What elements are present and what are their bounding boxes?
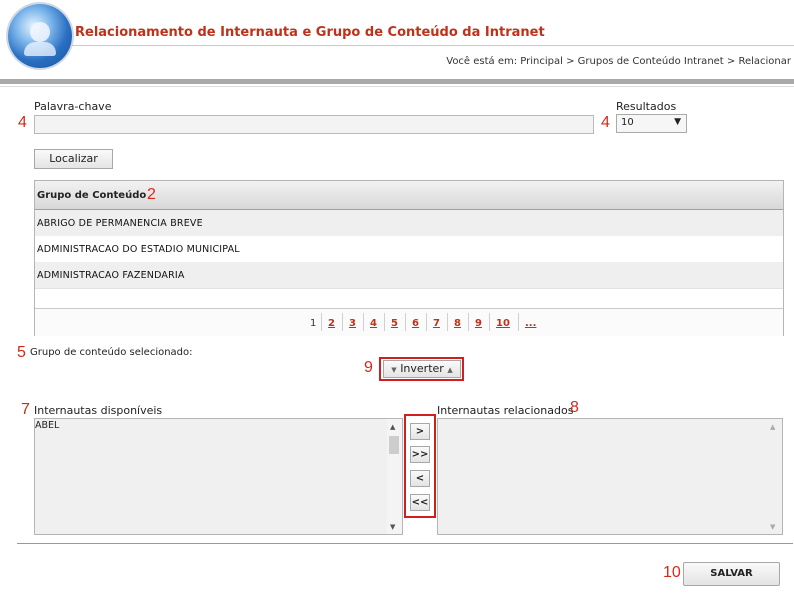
page-current: 1 — [310, 318, 317, 329]
results-select[interactable]: 10 ▼ — [616, 114, 687, 133]
annotation-selected-group: 5 — [17, 344, 26, 361]
annotation-available: 7 — [21, 401, 30, 418]
available-users-label: Internautas disponíveis — [34, 404, 163, 417]
annotation-results: 4 — [601, 114, 610, 131]
scroll-up-icon[interactable]: ▲ — [390, 423, 395, 431]
pagination: 1 2 3 4 5 6 7 8 9 10 ... — [35, 308, 783, 336]
keyword-input[interactable] — [34, 115, 594, 134]
page-link-9[interactable]: 9 — [475, 318, 482, 329]
table-row[interactable]: ADMINISTRACAO DO ESTADIO MUNICIPAL — [35, 236, 783, 263]
table-row[interactable]: ADMINISTRACAO FAZENDARIA — [35, 262, 783, 289]
page-link-3[interactable]: 3 — [349, 318, 356, 329]
page-link-10[interactable]: 10 — [496, 318, 510, 329]
annotation-grid-header: 2 — [147, 186, 156, 203]
save-button[interactable]: SALVAR — [683, 562, 780, 586]
page-link-2[interactable]: 2 — [328, 318, 335, 329]
results-label: Resultados — [616, 100, 677, 113]
page-link-5[interactable]: 5 — [391, 318, 398, 329]
footer-divider — [17, 543, 793, 544]
annotation-related: 8 — [570, 399, 579, 416]
page-link-6[interactable]: 6 — [412, 318, 419, 329]
title-divider — [72, 45, 794, 46]
column-header-content-group[interactable]: Grupo de Conteúdo — [37, 190, 146, 201]
search-button[interactable]: Localizar — [34, 149, 113, 169]
table-row[interactable]: ABRIGO DE PERMANENCIA BREVE — [35, 210, 783, 237]
header-bar — [0, 79, 794, 84]
scroll-down-icon[interactable]: ▼ — [390, 523, 395, 531]
header-divider — [0, 86, 794, 87]
breadcrumb: Você está em: Principal > Grupos de Cont… — [446, 56, 791, 67]
sort-up-icon: ▲ — [447, 366, 453, 374]
scrollbar[interactable]: ▲ ▼ — [767, 419, 782, 534]
add-selected-button[interactable]: > — [410, 423, 430, 440]
remove-all-button[interactable]: << — [410, 494, 430, 511]
page-link-8[interactable]: 8 — [454, 318, 461, 329]
sort-down-icon: ▼ — [391, 366, 397, 374]
app-logo-globe-icon — [8, 4, 72, 68]
remove-selected-button[interactable]: < — [410, 470, 430, 487]
page-title: Relacionamento de Internauta e Grupo de … — [75, 25, 545, 40]
page-link-more[interactable]: ... — [525, 318, 536, 329]
dropdown-arrow-icon: ▼ — [674, 117, 681, 127]
scroll-up-icon[interactable]: ▲ — [770, 423, 775, 431]
page-link-7[interactable]: 7 — [433, 318, 440, 329]
table-cell: ADMINISTRACAO DO ESTADIO MUNICIPAL — [37, 244, 240, 255]
keyword-label: Palavra-chave — [34, 100, 112, 113]
content-group-table: Grupo de Conteúdo 2 ABRIGO DE PERMANENCI… — [34, 180, 784, 336]
scrollbar[interactable]: ▲ ▼ — [387, 419, 402, 534]
annotation-invert: 9 — [364, 359, 373, 376]
scroll-thumb[interactable] — [389, 436, 399, 454]
related-users-list[interactable]: ▲ ▼ — [437, 418, 783, 535]
available-users-list[interactable]: ABEL ▲ ▼ — [34, 418, 403, 535]
add-all-button[interactable]: >> — [410, 446, 430, 463]
selected-group-label: Grupo de conteúdo selecionado: — [30, 347, 193, 358]
results-select-value: 10 — [621, 117, 634, 128]
list-item[interactable]: ABEL — [35, 420, 59, 431]
invert-button[interactable]: ▼ Inverter ▲ — [383, 360, 461, 378]
annotation-save: 10 — [663, 564, 681, 581]
scroll-down-icon[interactable]: ▼ — [770, 523, 775, 531]
annotation-keyword: 4 — [18, 114, 27, 131]
table-cell: ADMINISTRACAO FAZENDARIA — [37, 270, 185, 281]
related-users-label: Internautas relacionados — [437, 404, 574, 417]
table-header: Grupo de Conteúdo 2 — [35, 181, 783, 210]
table-cell: ABRIGO DE PERMANENCIA BREVE — [37, 218, 203, 229]
page-link-4[interactable]: 4 — [370, 318, 377, 329]
invert-button-label: Inverter — [400, 362, 444, 375]
